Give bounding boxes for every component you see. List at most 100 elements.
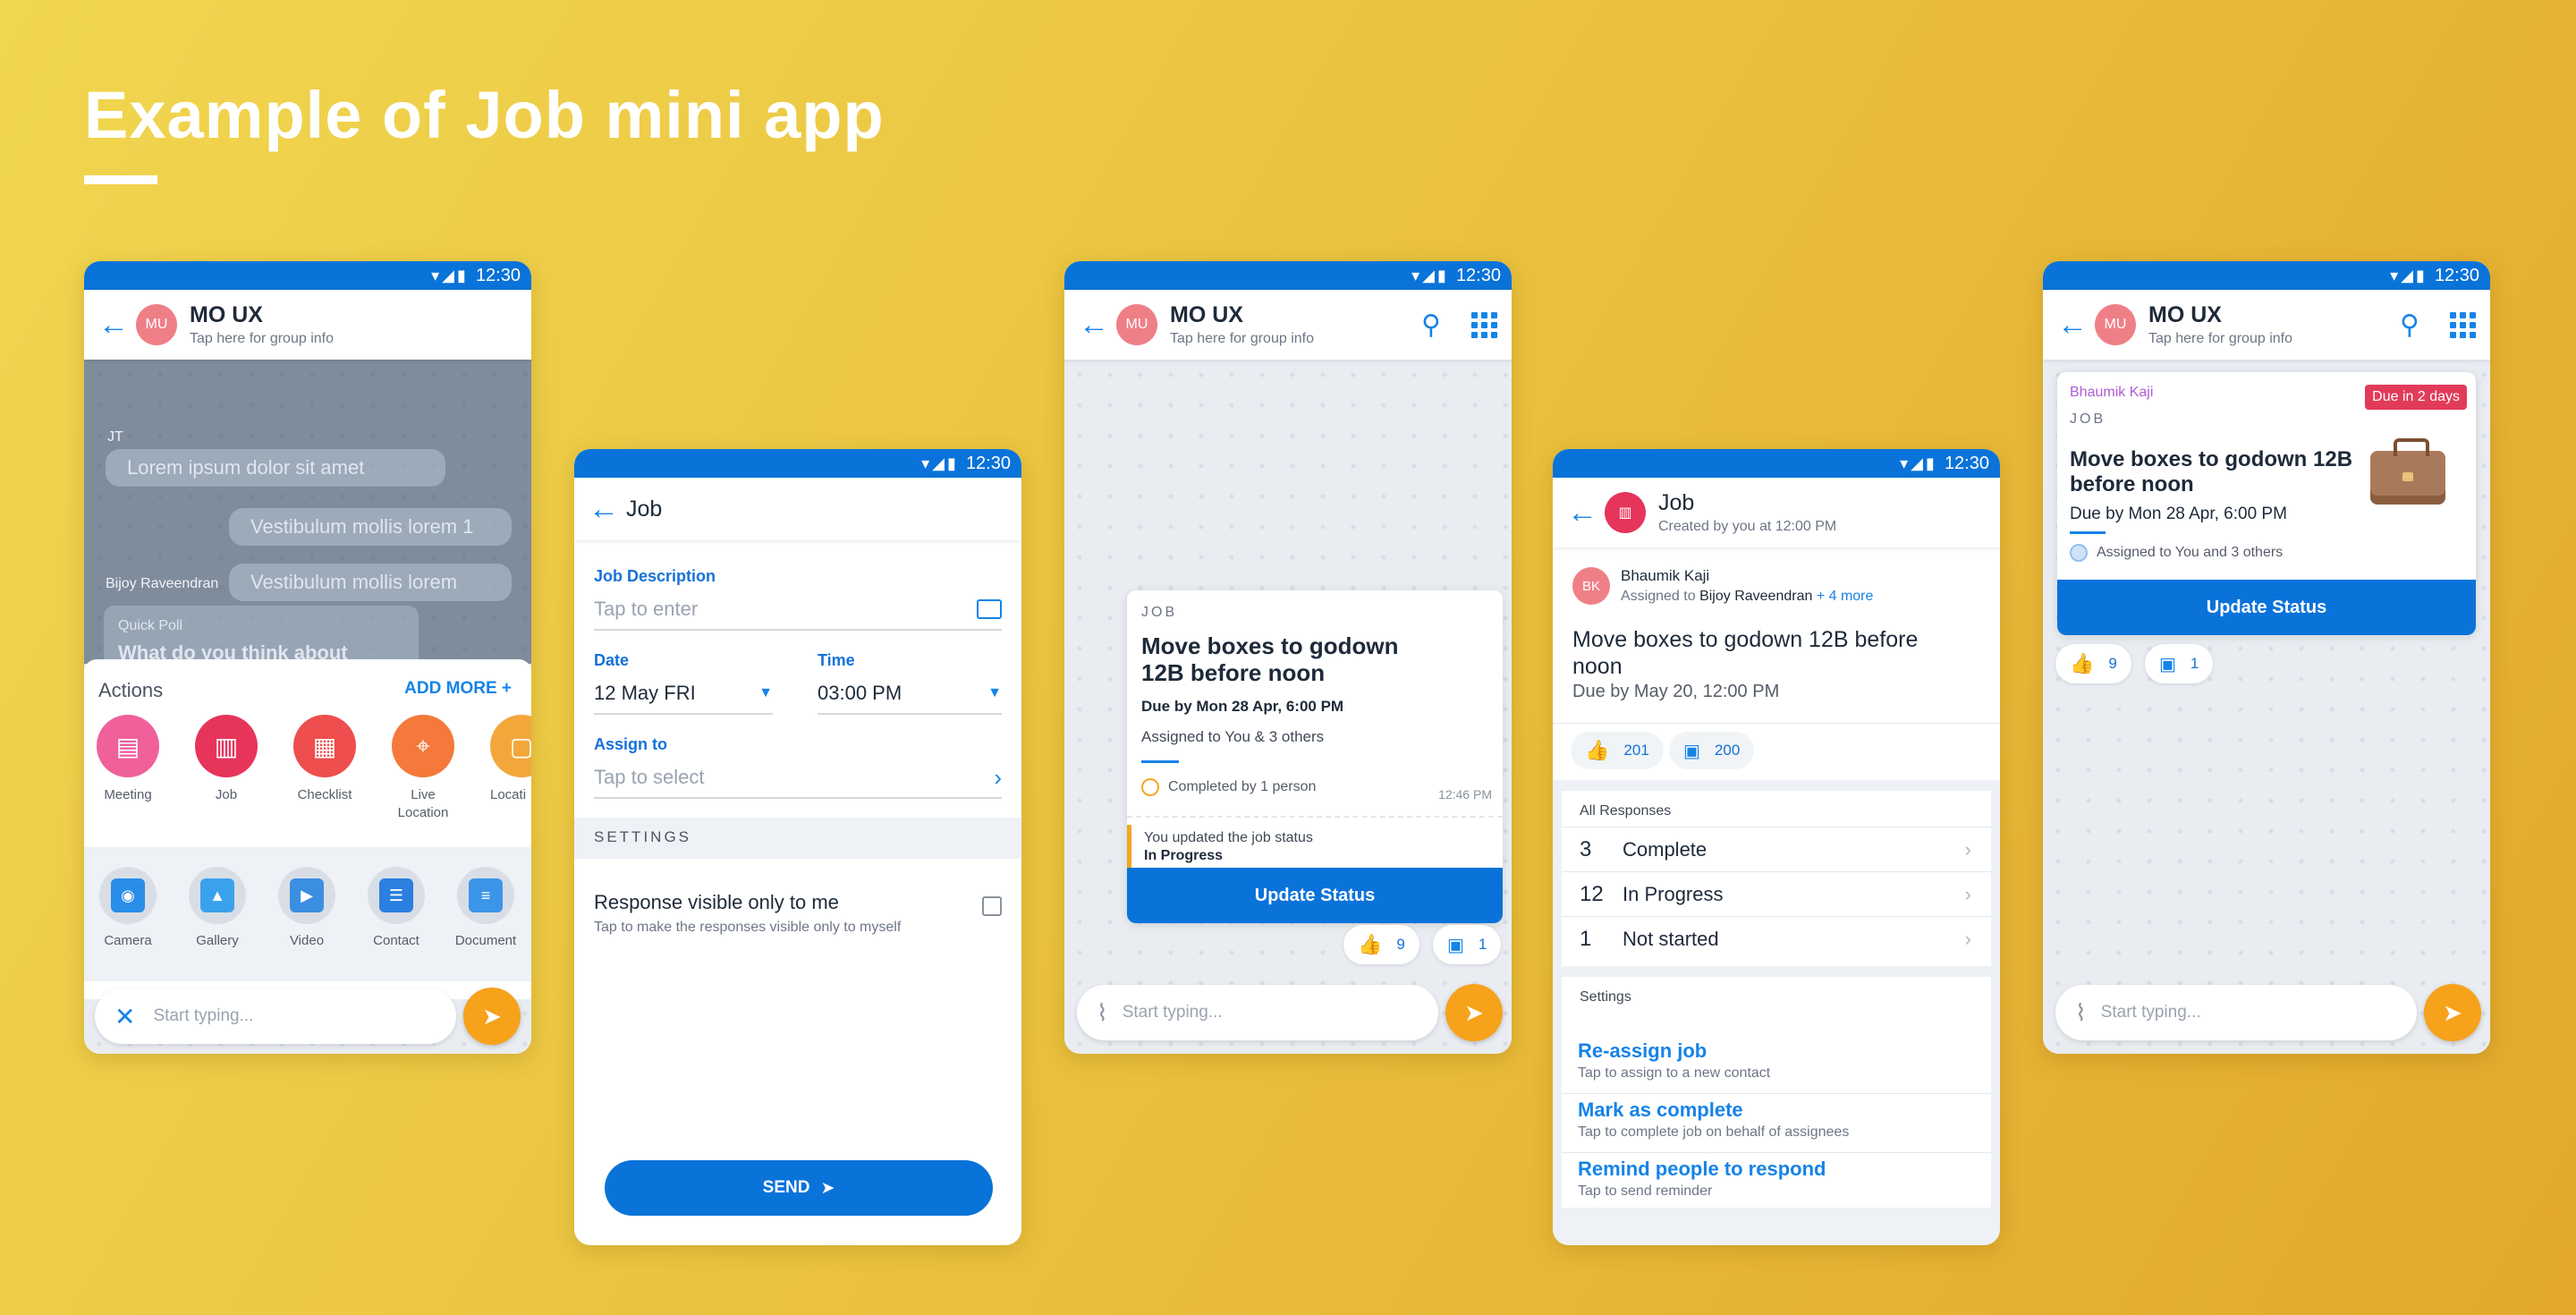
response-row-complete[interactable]: 3 Complete ›	[1562, 827, 1991, 871]
action-meeting[interactable]: ▤ Meeting	[97, 715, 159, 823]
send-button[interactable]: ➤	[463, 988, 521, 1045]
dropdown-caret-icon[interactable]: ▼	[758, 685, 773, 701]
remind-action[interactable]: Remind people to respond Tap to send rem…	[1578, 1158, 1980, 1206]
like-reaction[interactable]: 👍 201	[1571, 732, 1664, 769]
add-more-button[interactable]: ADD MORE +	[404, 679, 512, 702]
comment-reaction[interactable]: ▣ 1	[2145, 644, 2214, 683]
message-input[interactable]: ⌇ Start typing...	[2055, 985, 2417, 1040]
job-description-input[interactable]: Tap to enter	[594, 598, 698, 621]
back-arrow-icon[interactable]: ←	[589, 492, 626, 527]
status-update-line2: In Progress	[1144, 848, 1224, 863]
back-arrow-icon[interactable]: ←	[1567, 496, 1605, 530]
action-label: Locati	[490, 787, 527, 802]
thumbs-up-icon: 👍	[1358, 933, 1383, 955]
message-bubble[interactable]: Vestibulum mollis lorem	[229, 564, 512, 601]
person-icon	[2070, 544, 2088, 562]
attach-label: Contact	[373, 933, 419, 948]
video-icon[interactable]: ▶	[290, 878, 324, 912]
apps-grid-icon[interactable]	[1471, 311, 1497, 338]
like-reaction[interactable]: 👍 9	[1343, 925, 1419, 964]
apps-grid-icon[interactable]	[2450, 311, 2476, 338]
action-job[interactable]: ▥ Job	[195, 715, 258, 823]
message-sender: Bijoy Raveendran	[106, 576, 219, 591]
action-checklist[interactable]: ▦ Checklist	[293, 715, 356, 823]
send-button[interactable]: SEND ➤	[605, 1160, 993, 1216]
dropdown-caret-icon[interactable]: ▼	[987, 685, 1002, 701]
message-input[interactable]: ⌇ Start typing...	[1077, 985, 1438, 1040]
back-arrow-icon[interactable]: ←	[2057, 308, 2095, 343]
chevron-right-icon[interactable]: ›	[994, 764, 1002, 792]
like-reaction[interactable]: 👍 9	[2055, 644, 2131, 683]
group-avatar[interactable]: MU	[2095, 304, 2136, 345]
date-field[interactable]: Date 12 May FRI ▼	[594, 651, 773, 715]
send-button[interactable]: ➤	[1445, 984, 1503, 1041]
contact-icon[interactable]: ☰	[379, 878, 413, 912]
creator-avatar: BK	[1572, 567, 1610, 605]
status-time: 12:30	[965, 453, 1011, 473]
close-icon[interactable]: ✕	[114, 1002, 135, 1031]
mark-complete-action[interactable]: Mark as complete Tap to complete job on …	[1578, 1099, 1980, 1150]
send-button[interactable]: ➤	[2424, 984, 2481, 1041]
attachment-clip-icon[interactable]: ⌇	[2075, 999, 2087, 1027]
update-status-button[interactable]: Update Status	[1127, 868, 1503, 923]
back-arrow-icon[interactable]: ←	[1079, 308, 1116, 343]
group-title[interactable]: MO UX	[190, 302, 334, 328]
update-status-button[interactable]: Update Status	[2057, 580, 2476, 635]
job-icon[interactable]: ▥	[195, 715, 258, 777]
comment-icon: ▣	[1447, 935, 1464, 955]
group-avatar[interactable]: MU	[136, 304, 177, 345]
job-card[interactable]: Bhaumik Kaji Due in 2 days JOB Move boxe…	[2057, 372, 2476, 635]
camera-icon[interactable]: ◉	[111, 878, 145, 912]
assign-input[interactable]: Tap to select	[594, 766, 705, 789]
document-icon[interactable]: ≡	[469, 878, 503, 912]
live-location-icon[interactable]: ⌖	[392, 715, 454, 777]
job-description-label: Job Description	[594, 567, 716, 585]
search-icon[interactable]: ⚲	[2400, 310, 2419, 341]
message-input[interactable]: ✕ Start typing...	[95, 988, 456, 1044]
attach-contact[interactable]: ☰ Contact	[367, 867, 426, 948]
chat-header[interactable]: ← MU MO UX Tap here for group info ⚲	[1064, 290, 1512, 360]
job-card[interactable]: JOB Move boxes to godown 12B before noon…	[1127, 590, 1503, 923]
action-live-location[interactable]: ⌖ Live Location	[392, 715, 454, 823]
message-bubble[interactable]: Lorem ipsum dolor sit amet	[106, 449, 445, 487]
response-row-in-progress[interactable]: 12 In Progress ›	[1562, 871, 1991, 916]
attachment-clip-icon[interactable]: ⌇	[1097, 999, 1108, 1027]
action-location[interactable]: ▢ Locati	[490, 715, 531, 823]
response-visibility-setting[interactable]: Response visible only to me Tap to make …	[594, 891, 952, 936]
group-title[interactable]: MO UX	[2148, 302, 2292, 328]
back-arrow-icon[interactable]: ←	[98, 308, 136, 343]
attach-camera[interactable]: ◉ Camera	[98, 867, 157, 948]
comment-reaction[interactable]: ▣ 200	[1669, 732, 1755, 769]
assign-field[interactable]: Assign to Tap to select ›	[594, 735, 1002, 799]
group-title[interactable]: MO UX	[1170, 302, 1314, 328]
comment-reaction[interactable]: ▣ 1	[1433, 925, 1502, 964]
meeting-icon[interactable]: ▤	[97, 715, 159, 777]
attach-document[interactable]: ≡ Document	[455, 867, 516, 948]
action-title: Re-assign job	[1578, 1039, 1707, 1062]
time-value[interactable]: 03:00 PM	[818, 682, 902, 705]
message-bubble[interactable]: Vestibulum mollis lorem 1	[229, 508, 512, 546]
job-assigned: Assigned to You & 3 others	[1141, 728, 1325, 745]
chat-header[interactable]: ← MU MO UX Tap here for group info	[84, 290, 531, 360]
response-row-not-started[interactable]: 1 Not started ›	[1562, 916, 1991, 961]
response-checkbox[interactable]	[982, 896, 1002, 916]
search-icon[interactable]: ⚲	[1421, 310, 1441, 341]
assigned-more-link[interactable]: + 4 more	[1817, 589, 1874, 604]
gallery-icon[interactable]: ▲	[200, 878, 234, 912]
job-description-field[interactable]: Job Description Tap to enter	[594, 567, 1002, 631]
signal-icons: ▾◢▮	[921, 454, 959, 472]
group-avatar[interactable]: MU	[1116, 304, 1157, 345]
reassign-job-action[interactable]: Re-assign job Tap to assign to a new con…	[1578, 1039, 1980, 1091]
message-sender: JT	[107, 429, 123, 445]
briefcase-icon	[2370, 438, 2445, 505]
form-header: ← Job	[574, 478, 1021, 540]
chat-header[interactable]: ← MU MO UX Tap here for group info ⚲	[2043, 290, 2490, 360]
attach-video[interactable]: ▶ Video	[277, 867, 336, 948]
location-icon[interactable]: ▢	[490, 715, 531, 777]
image-icon[interactable]	[977, 599, 1002, 619]
checklist-icon[interactable]: ▦	[293, 715, 356, 777]
time-label: Time	[818, 651, 855, 669]
time-field[interactable]: Time 03:00 PM ▼	[818, 651, 1002, 715]
attach-gallery[interactable]: ▲ Gallery	[188, 867, 247, 948]
date-value[interactable]: 12 May FRI	[594, 682, 696, 705]
